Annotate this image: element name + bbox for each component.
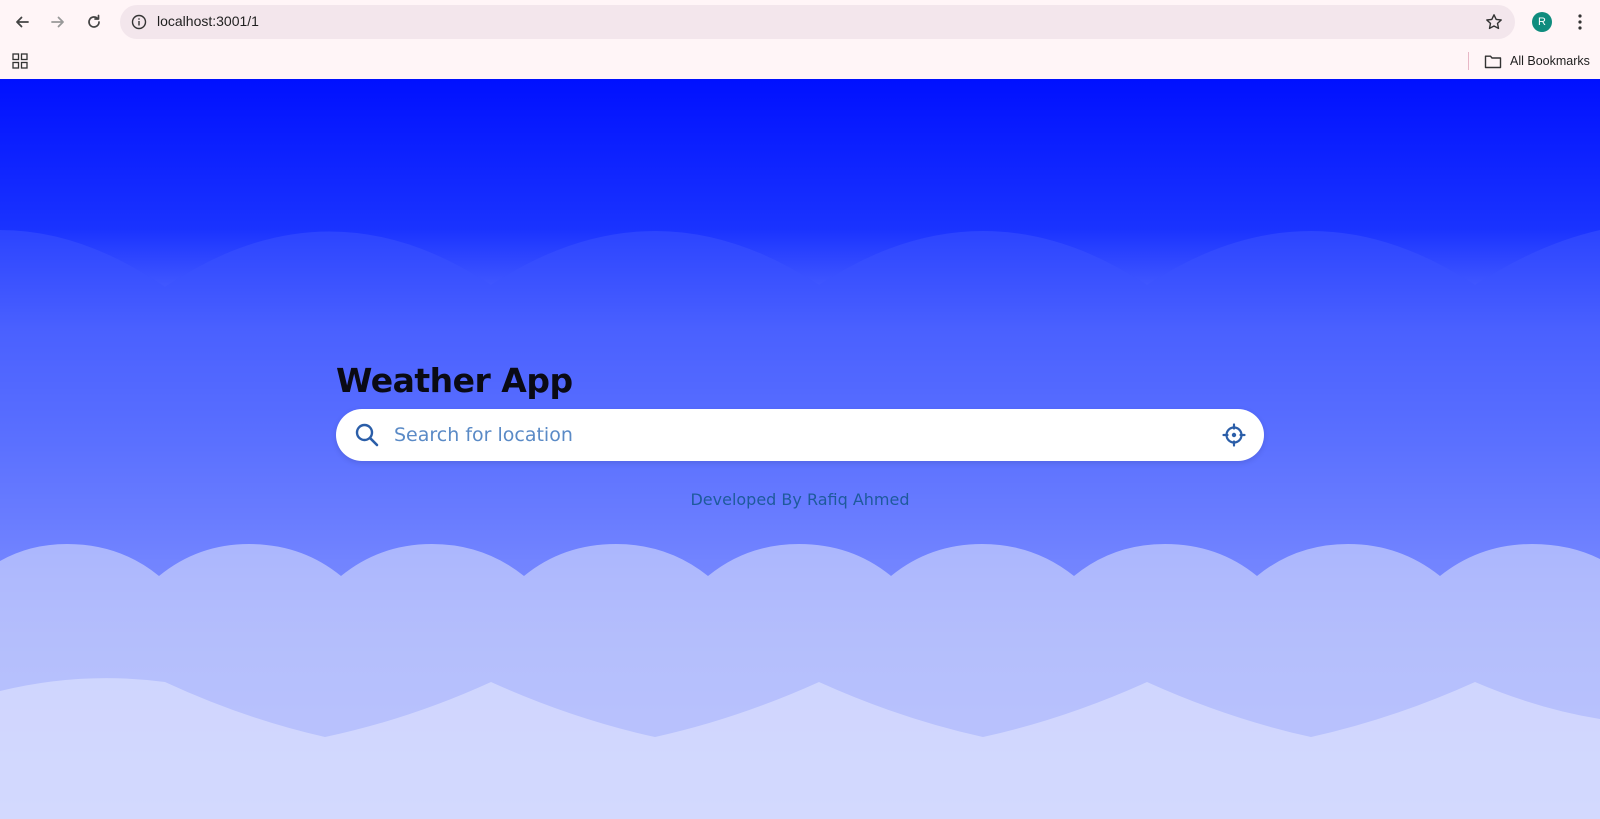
bookmarks-separator bbox=[1468, 52, 1469, 70]
weather-page: Weather App Developed By Rafiq Ahmed bbox=[0, 79, 1600, 819]
forward-button[interactable] bbox=[44, 8, 72, 36]
address-url[interactable]: localhost:3001/1 bbox=[157, 13, 259, 29]
search-icon[interactable] bbox=[354, 422, 380, 448]
back-icon bbox=[16, 16, 29, 28]
all-bookmarks-label: All Bookmarks bbox=[1510, 54, 1590, 68]
profile-avatar[interactable]: R bbox=[1532, 12, 1552, 32]
crosshair-icon[interactable] bbox=[1222, 423, 1246, 447]
developer-credit: Developed By Rafiq Ahmed bbox=[690, 490, 910, 509]
reload-button[interactable] bbox=[80, 8, 108, 36]
browser-toolbar: localhost:3001/1 R bbox=[0, 0, 1600, 44]
info-icon[interactable] bbox=[128, 11, 150, 33]
reload-icon bbox=[88, 14, 100, 28]
search-bar bbox=[336, 409, 1264, 461]
address-bar[interactable]: localhost:3001/1 bbox=[120, 5, 1515, 39]
star-icon[interactable] bbox=[1483, 11, 1505, 33]
search-input[interactable] bbox=[394, 415, 1174, 455]
all-bookmarks-button[interactable]: All Bookmarks bbox=[1484, 49, 1590, 73]
apps-icon[interactable] bbox=[10, 51, 30, 71]
bookmarks-bar: All Bookmarks bbox=[0, 44, 1600, 79]
kebab-icon[interactable] bbox=[1568, 10, 1592, 34]
app-title: Weather App bbox=[336, 361, 573, 400]
forward-icon bbox=[51, 16, 64, 28]
back-button[interactable] bbox=[8, 8, 36, 36]
folder-icon bbox=[1484, 55, 1502, 68]
